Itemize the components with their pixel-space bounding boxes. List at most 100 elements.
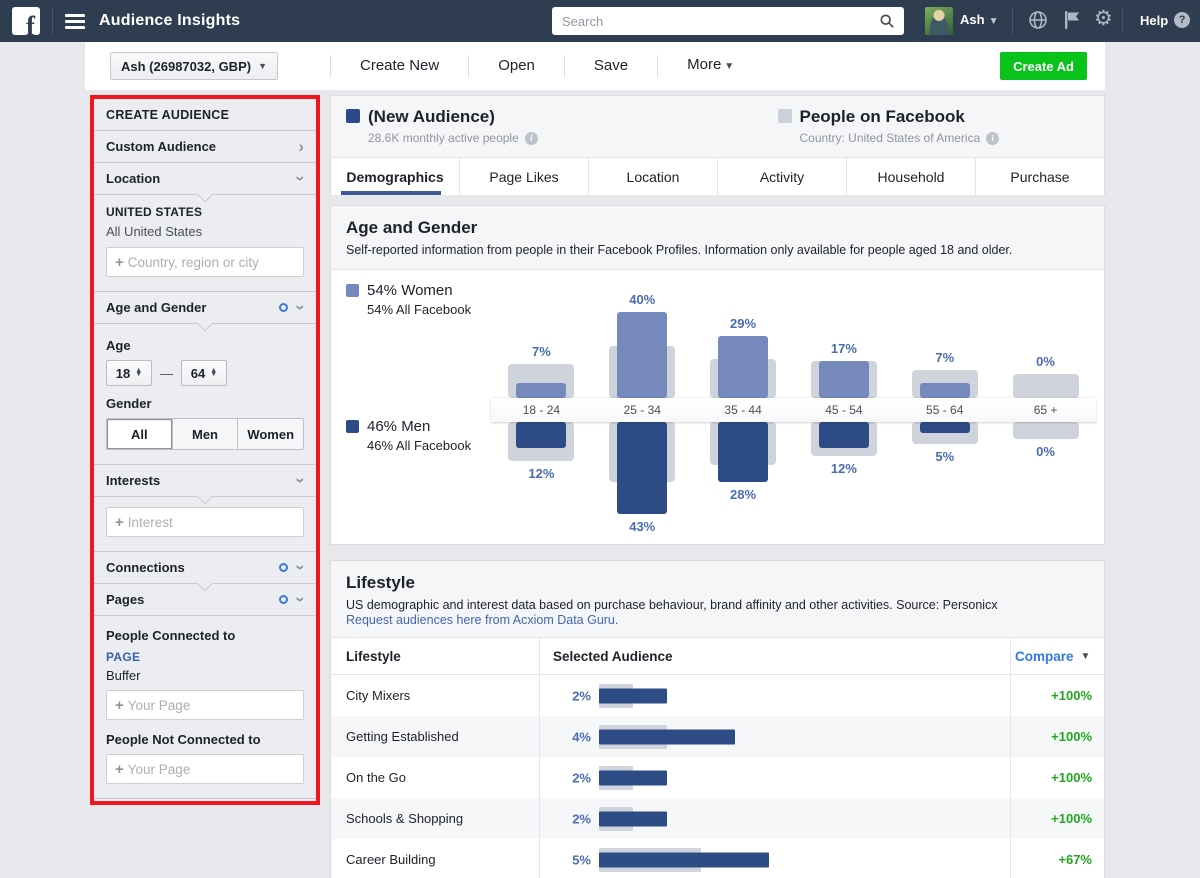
col-selected-audience[interactable]: Selected Audience	[539, 649, 1011, 664]
sidebar-item-advanced[interactable]: Advanced ›	[94, 799, 316, 801]
bar-selected-audience[interactable]	[599, 688, 667, 703]
sidebar-item-custom-audience[interactable]: Custom Audience ›	[94, 131, 316, 163]
men-percent-label: 43%	[592, 519, 693, 534]
lifestyle-section-description: US demographic and interest data based o…	[346, 598, 1089, 612]
col-lifestyle[interactable]: Lifestyle	[331, 649, 539, 664]
gear-icon[interactable]: ⚙	[1094, 8, 1113, 29]
age-group-label: 45 - 54	[793, 398, 894, 422]
lifestyle-panel: Lifestyle US demographic and interest da…	[330, 560, 1105, 878]
age-max-select[interactable]: 64▲▼	[181, 360, 227, 386]
col-compare[interactable]: Compare▼	[1011, 649, 1104, 664]
user-menu[interactable]: Ash▼	[960, 12, 998, 27]
interest-input[interactable]	[128, 515, 303, 530]
your-page-not-connected-input-wrap: +	[106, 754, 304, 784]
bar-women-selected[interactable]	[819, 361, 869, 398]
audience-insights-app: f Audience Insights Ash▼ ⚙ Help ? Ash (2…	[0, 0, 1200, 878]
bar-women-selected[interactable]	[718, 336, 768, 398]
your-page-input[interactable]	[128, 698, 303, 713]
bar-men-selected[interactable]	[617, 422, 667, 514]
men-percent-label: 12%	[491, 466, 592, 481]
selected-percent-label: 2%	[539, 770, 591, 785]
toolbar-item-more[interactable]: More▼	[658, 41, 763, 91]
connected-page-name: Buffer	[106, 668, 304, 683]
toolbar-item-save[interactable]: Save	[565, 42, 657, 90]
selected-percent-label: 2%	[539, 811, 591, 826]
lifestyle-row[interactable]: Schools & Shopping2%+100%	[331, 798, 1104, 839]
bar-selected-audience[interactable]	[599, 770, 667, 785]
search-input[interactable]	[552, 14, 870, 29]
help-menu[interactable]: Help ?	[1140, 12, 1190, 28]
bar-men-selected[interactable]	[516, 422, 566, 448]
search-icon[interactable]	[870, 7, 904, 35]
location-panel: UNITED STATES All United States +	[94, 195, 316, 292]
flag-icon[interactable]	[1062, 10, 1080, 35]
acxiom-link[interactable]: Request audiences here from Acxiom Data …	[346, 613, 1089, 637]
your-page-not-connected-input[interactable]	[128, 762, 303, 777]
age-group-label: 35 - 44	[693, 398, 794, 422]
age-min-select[interactable]: 18▲▼	[106, 360, 152, 386]
women-percent-label: 0%	[995, 354, 1096, 369]
bar-women-selected[interactable]	[920, 383, 970, 398]
gender-option-all[interactable]: All	[107, 419, 172, 449]
create-ad-button[interactable]: Create Ad	[1000, 52, 1087, 80]
lifestyle-name: Schools & Shopping	[331, 811, 539, 826]
info-icon[interactable]: i	[525, 132, 538, 145]
chevron-down-icon: ▼	[1081, 651, 1091, 662]
new-audience-title: (New Audience)	[368, 107, 495, 126]
bar-selected-audience[interactable]	[599, 811, 667, 826]
info-icon[interactable]: i	[986, 132, 999, 145]
bar-women-selected[interactable]	[617, 312, 667, 398]
lifestyle-row[interactable]: Career Building5%+67%	[331, 839, 1104, 878]
bar-women-selected[interactable]	[516, 383, 566, 398]
legend-men: 46% Men 46% All Facebook	[346, 418, 496, 453]
report-tabs: DemographicsPage LikesLocationActivityHo…	[331, 158, 1104, 195]
bar-men-all-facebook	[1013, 422, 1079, 439]
chevron-down-icon: ▼	[724, 61, 734, 72]
facebook-logo[interactable]: f	[12, 7, 40, 35]
tab-activity[interactable]: Activity	[717, 158, 846, 195]
women-percent-label: 17%	[794, 341, 895, 356]
new-audience-summary: (New Audience) 28.6K monthly active peop…	[331, 96, 718, 157]
people-connected-title: People Connected to	[106, 628, 304, 643]
location-region-subtitle: All United States	[106, 224, 304, 239]
bar-men-selected[interactable]	[920, 422, 970, 433]
toolbar-item-open[interactable]: Open	[469, 42, 564, 90]
globe-icon[interactable]	[1028, 10, 1048, 35]
lifestyle-row[interactable]: On the Go2%+100%	[331, 757, 1104, 798]
search-box	[552, 7, 904, 35]
user-avatar[interactable]	[925, 7, 953, 35]
tab-demographics[interactable]: Demographics	[331, 158, 459, 195]
location-input-wrap: +	[106, 247, 304, 277]
tab-purchase[interactable]: Purchase	[975, 158, 1104, 195]
tab-location[interactable]: Location	[588, 158, 717, 195]
location-region-title: UNITED STATES	[106, 205, 304, 219]
lifestyle-name: On the Go	[331, 770, 539, 785]
location-input[interactable]	[128, 255, 303, 270]
age-label: Age	[106, 338, 304, 353]
sidebar-item-pages[interactable]: Pages ›	[94, 584, 316, 616]
gender-option-women[interactable]: Women	[237, 419, 303, 449]
men-percent-label: 5%	[894, 449, 995, 464]
women-percent-label: 7%	[894, 350, 995, 365]
men-percent-label: 28%	[693, 487, 794, 502]
lifestyle-row[interactable]: City Mixers2%+100%	[331, 675, 1104, 716]
selected-percent-label: 2%	[539, 688, 591, 703]
bar-selected-audience[interactable]	[599, 852, 769, 867]
divider	[1012, 8, 1013, 34]
bar-men-selected[interactable]	[819, 422, 869, 448]
compare-value: +100%	[1011, 729, 1104, 744]
bar-selected-audience[interactable]	[599, 729, 735, 744]
plus-icon: +	[107, 761, 128, 778]
stepper-icon: ▲▼	[135, 369, 142, 378]
gender-option-men[interactable]: Men	[172, 419, 238, 449]
men-percent-label: 12%	[794, 461, 895, 476]
lifestyle-row[interactable]: Getting Established4%+100%	[331, 716, 1104, 757]
hamburger-menu-icon[interactable]	[65, 14, 85, 29]
account-selector[interactable]: Ash (26987032, GBP)▼	[110, 52, 278, 80]
tab-household[interactable]: Household	[846, 158, 975, 195]
bar-men-selected[interactable]	[718, 422, 768, 482]
tab-page-likes[interactable]: Page Likes	[459, 158, 588, 195]
toolbar-item-create-new[interactable]: Create New	[331, 42, 468, 90]
chevron-down-icon: ›	[293, 176, 310, 182]
age-gender-plot: 18 - 2425 - 3435 - 4445 - 5455 - 6465 + …	[491, 270, 1096, 537]
